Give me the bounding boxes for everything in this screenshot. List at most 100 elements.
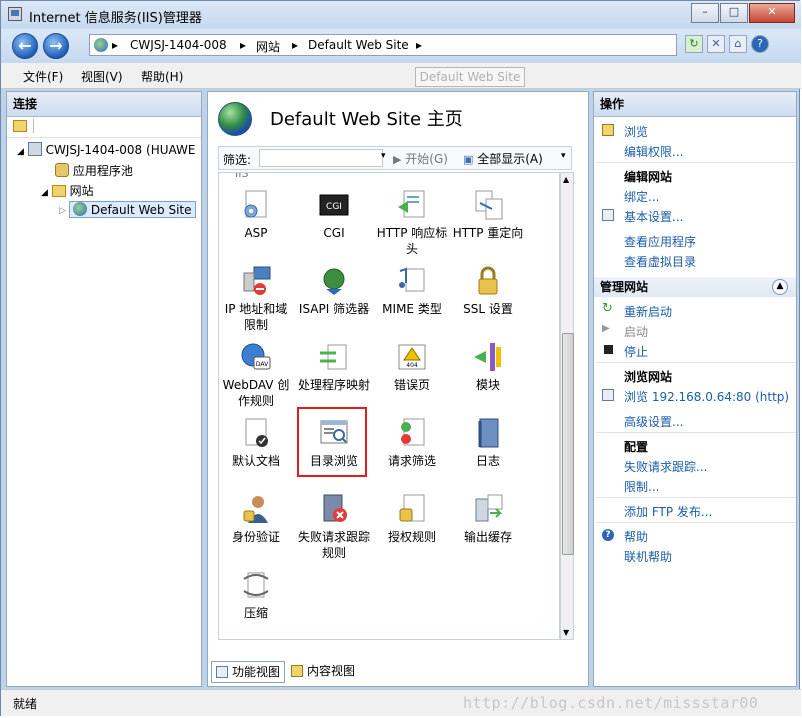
basic-settings-icon [602,209,614,221]
feature-http-headers[interactable]: HTTP 响应标头 [375,189,449,257]
menu-help[interactable]: 帮助(H) [141,68,183,85]
show-all-button[interactable]: ▣ 全部显示(A) [463,150,543,167]
feature-authentication[interactable]: 身份验证 [219,493,293,545]
start-icon: ▶ [602,323,610,334]
address-bar[interactable]: ▸ CWJSJ-1404-008 ▸ 网站 ▸ Default Web Site… [89,34,677,56]
vertical-scrollbar[interactable]: ▲ ▼ [560,172,574,640]
tree-item-sites[interactable]: ◢ 网站 [41,182,94,199]
tree-item-app-pools[interactable]: 应用程序池 [55,162,133,179]
collapse-icon[interactable]: ▲ [772,279,788,295]
collapse-triangle-icon[interactable]: ◢ [41,188,48,198]
action-stop[interactable]: 停止 [624,343,648,360]
feature-mime[interactable]: MIME 类型 [375,265,449,317]
separator [596,497,796,498]
feature-label: 请求筛选 [387,454,436,468]
feature-modules[interactable]: 模块 [451,341,525,393]
connect-icon[interactable] [13,120,27,132]
action-help[interactable]: 帮助 [624,528,648,545]
tab-label: 内容视图 [307,664,356,678]
group-dropdown-icon[interactable]: ▾ [561,151,566,161]
handler-icon [318,341,350,373]
tab-features-view[interactable]: 功能视图 [211,661,286,683]
feature-asp[interactable]: ASP [219,189,293,241]
refresh-icon[interactable]: ↻ [685,35,703,53]
feature-label: 失败请求跟踪规则 [297,530,370,560]
dropdown-arrow-icon[interactable]: ▾ [381,151,386,161]
feature-authorization-rules[interactable]: 授权规则 [375,493,449,545]
action-explore[interactable]: 浏览 [624,123,648,140]
globe-icon [94,38,108,52]
breadcrumb-arrow-icon[interactable]: ▸ [112,38,118,52]
title-bar: Internet 信息服务(IIS)管理器 – □ ✕ [1,1,801,29]
minimize-button[interactable]: – [691,3,719,23]
feature-label: 日志 [475,454,500,468]
feature-label: 压缩 [243,606,268,620]
filter-input[interactable] [259,149,383,167]
home-icon[interactable]: ⌂ [729,35,747,53]
back-button[interactable]: ← [12,33,38,59]
collapse-triangle-icon[interactable]: ◢ [17,147,24,157]
tooltip: Default Web Site [415,67,525,87]
action-failed-request-tracing[interactable]: 失败请求跟踪... [624,458,707,475]
navigation-bar: ← → ▸ CWJSJ-1404-008 ▸ 网站 ▸ Default Web … [1,29,801,63]
breadcrumb-arrow-icon[interactable]: ▸ [416,38,422,52]
action-limits[interactable]: 限制... [624,478,659,495]
forward-button[interactable]: → [43,33,69,59]
breadcrumb-server[interactable]: CWJSJ-1404-008 [130,38,227,52]
tab-content-view[interactable]: 内容视图 [287,661,359,681]
breadcrumb-arrow-icon[interactable]: ▸ [292,38,298,52]
section-manage-site[interactable]: 管理网站 ▲ [594,277,796,297]
feature-handler[interactable]: 处理程序映射 [297,341,371,393]
feature-directory-browsing[interactable]: 目录浏览 [297,417,371,469]
expand-triangle-icon[interactable]: ▷ [59,206,66,216]
feature-label: 授权规则 [387,530,436,544]
breadcrumb-sites[interactable]: 网站 [256,38,280,55]
action-basic-settings[interactable]: 基本设置... [624,208,683,225]
menu-view[interactable]: 视图(V) [81,68,123,85]
go-button[interactable]: ▶ 开始(G) [393,150,448,167]
scroll-down-icon[interactable]: ▼ [563,628,569,637]
feature-ssl[interactable]: SSL 设置 [451,265,525,317]
action-advanced-settings[interactable]: 高级设置... [624,413,683,430]
close-button[interactable]: ✕ [749,3,795,23]
action-restart[interactable]: 重新启动 [624,303,672,320]
asp-icon [240,189,272,221]
feature-compression[interactable]: 压缩 [219,569,293,621]
feature-logging[interactable]: 日志 [451,417,525,469]
feature-http-redirect[interactable]: HTTP 重定向 [451,189,525,241]
section-browse-site: 浏览网站 [624,370,673,384]
maximize-button[interactable]: □ [720,3,748,23]
menu-file[interactable]: 文件(F) [23,68,63,85]
action-start[interactable]: 启动 [624,323,648,340]
tree-item-default-web-site[interactable]: Default Web Site [69,201,196,218]
feature-error-pages[interactable]: 404 错误页 [375,341,449,393]
action-view-applications[interactable]: 查看应用程序 [624,233,696,250]
app-pool-icon [55,163,69,177]
feature-label: 处理程序映射 [297,378,370,392]
feature-ip-restrict[interactable]: IP 地址和域限制 [219,265,293,333]
feature-cgi[interactable]: CGI CGI [297,189,371,241]
action-edit-permissions[interactable]: 编辑权限... [624,143,683,160]
feature-webdav[interactable]: DAV WebDAV 创作规则 [219,341,293,409]
scroll-thumb[interactable] [562,333,574,555]
feature-output-caching[interactable]: 输出缓存 [451,493,525,545]
tree-item-server[interactable]: ◢ CWJSJ-1404-008 (HUAWE [17,142,196,157]
scroll-up-icon[interactable]: ▲ [563,175,569,184]
feature-request-filtering[interactable]: 请求筛选 [375,417,449,469]
window-title: Internet 信息服务(IIS)管理器 [29,11,202,26]
tree-item-expand[interactable]: ▷ [59,202,66,216]
help-icon[interactable]: ? [751,35,769,53]
action-browse-link[interactable]: 浏览 192.168.0.64:80 (http) [624,388,789,405]
feature-failed-request-tracing[interactable]: 失败请求跟踪规则 [297,493,371,561]
show-all-label: 全部显示(A) [477,152,543,166]
breadcrumb-arrow-icon[interactable]: ▸ [240,38,246,52]
action-online-help[interactable]: 联机帮助 [624,548,672,565]
feature-default-document[interactable]: 默认文档 [219,417,293,469]
log-icon [472,417,504,449]
feature-isapi[interactable]: ISAPI 筛选器 [297,265,371,317]
action-bindings[interactable]: 绑定... [624,188,659,205]
action-view-virtual-dirs[interactable]: 查看虚拟目录 [624,253,696,270]
stop-icon[interactable]: ✕ [707,35,725,53]
breadcrumb-site[interactable]: Default Web Site [308,38,409,52]
action-add-ftp[interactable]: 添加 FTP 发布... [624,503,712,520]
